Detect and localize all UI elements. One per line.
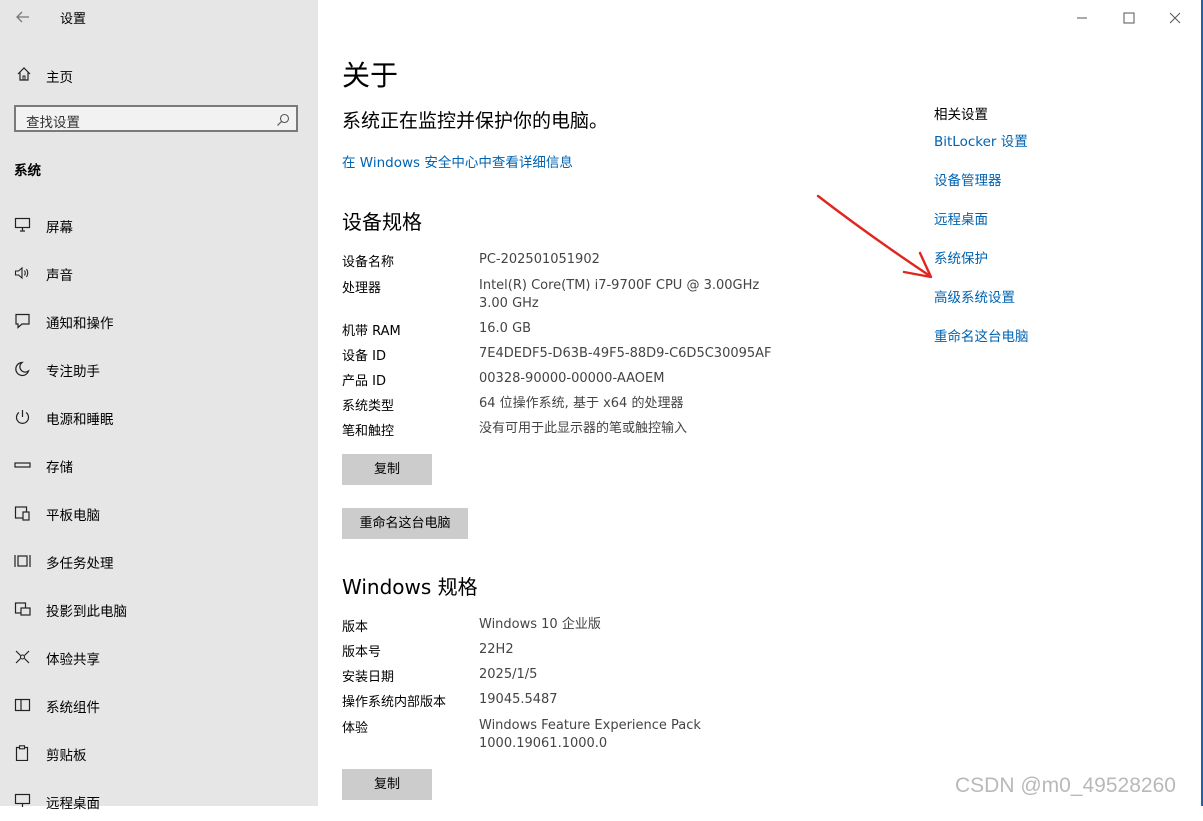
- sidebar-section-title: 系统: [14, 163, 41, 179]
- sidebar-item-sound[interactable]: 声音: [0, 253, 318, 293]
- sidebar-item-notifications[interactable]: 通知和操作: [0, 301, 318, 341]
- project-icon: [14, 601, 32, 617]
- window-title: 设置: [60, 12, 87, 27]
- sidebar-item-tablet[interactable]: 平板电脑: [0, 493, 318, 533]
- spec-label: 版本号: [342, 645, 382, 660]
- speaker-icon: [14, 265, 32, 281]
- spec-value: 16.0 GB: [479, 321, 532, 336]
- sidebar-home-label: 主页: [46, 70, 73, 86]
- sidebar-item-label: 专注助手: [46, 364, 100, 380]
- spec-value: 00328-90000-00000-AAOEM: [479, 371, 665, 386]
- search-placeholder: 查找设置: [26, 115, 80, 131]
- sidebar-item-label: 远程桌面: [46, 796, 100, 812]
- spec-label: 体验: [342, 721, 369, 736]
- spec-value: Windows Feature Experience Pack 1000.190…: [479, 718, 701, 751]
- annotation-arrow-icon: [816, 194, 933, 279]
- sidebar-item-label: 通知和操作: [46, 316, 114, 332]
- spec-value: 没有可用于此显示器的笔或触控输入: [479, 421, 688, 436]
- sidebar-item-clipboard[interactable]: 剪贴板: [0, 733, 318, 773]
- spec-value: 19045.5487: [479, 692, 558, 707]
- advanced-system-settings-link[interactable]: 高级系统设置: [934, 286, 1015, 306]
- moon-icon: [14, 361, 32, 377]
- search-icon: [276, 112, 290, 126]
- sidebar-item-project[interactable]: 投影到此电脑: [0, 589, 318, 629]
- sidebar-item-focus-assist[interactable]: 专注助手: [0, 349, 318, 389]
- system-protection-link[interactable]: 系统保护: [934, 247, 988, 267]
- spec-value: PC-202501051902: [479, 252, 600, 267]
- sidebar-item-label: 系统组件: [46, 700, 100, 716]
- sidebar-item-label: 屏幕: [46, 220, 73, 236]
- minimize-button[interactable]: [1072, 8, 1092, 28]
- sidebar-item-remote-desktop[interactable]: 远程桌面: [0, 781, 318, 821]
- sidebar-item-display[interactable]: 屏幕: [0, 205, 318, 245]
- clipboard-icon: [14, 745, 32, 762]
- share-icon: [14, 649, 32, 665]
- tablet-icon: [14, 505, 32, 521]
- page-title: 关于: [342, 59, 399, 92]
- rename-pc-link[interactable]: 重命名这台电脑: [934, 325, 1029, 345]
- spec-label: 安装日期: [342, 670, 395, 685]
- power-icon: [14, 409, 32, 425]
- sidebar-item-system-components[interactable]: 系统组件: [0, 685, 318, 725]
- search-input[interactable]: 查找设置: [14, 105, 298, 132]
- spec-label: 操作系统内部版本: [342, 695, 447, 710]
- sidebar-item-label: 投影到此电脑: [46, 604, 127, 620]
- remote-desktop-link[interactable]: 远程桌面: [934, 208, 988, 228]
- windows-specs-heading: Windows 规格: [342, 575, 478, 599]
- spec-value: 7E4DEDF5-D63B-49F5-88D9-C6D5C30095AF: [479, 346, 772, 361]
- sidebar-item-label: 声音: [46, 268, 73, 284]
- monitor-icon: [14, 217, 32, 233]
- sidebar-item-label: 电源和睡眠: [46, 412, 114, 428]
- spec-label: 机带 RAM: [342, 324, 401, 339]
- sidebar-item-label: 平板电脑: [46, 508, 100, 524]
- sidebar: 设置 主页 查找设置 系统 屏幕 声音 通知和操作 专注助手 电源和睡眠 存储: [0, 0, 318, 812]
- sidebar-item-multitasking[interactable]: 多任务处理: [0, 541, 318, 581]
- notification-icon: [14, 313, 32, 329]
- sidebar-item-label: 多任务处理: [46, 556, 114, 572]
- spec-value: 64 位操作系统, 基于 x64 的处理器: [479, 396, 684, 411]
- sidebar-item-label: 体验共享: [46, 652, 100, 668]
- sidebar-item-storage[interactable]: 存储: [0, 445, 318, 485]
- bitlocker-settings-link[interactable]: BitLocker 设置: [934, 130, 1028, 150]
- spec-value: 2025/1/5: [479, 667, 538, 682]
- maximize-button[interactable]: [1119, 8, 1139, 28]
- multitask-icon: [14, 553, 32, 569]
- spec-label: 设备 ID: [342, 349, 386, 364]
- spec-label: 版本: [342, 620, 369, 635]
- sidebar-item-label: 剪贴板: [46, 748, 87, 764]
- sidebar-item-label: 存储: [46, 460, 73, 476]
- remote-desktop-icon: [14, 793, 32, 809]
- spec-value: Intel(R) Core(TM) i7-9700F CPU @ 3.00GHz…: [479, 278, 760, 311]
- device-specs-heading: 设备规格: [342, 210, 422, 234]
- back-arrow-icon[interactable]: [10, 4, 36, 30]
- home-icon: [16, 66, 32, 82]
- copy-windows-specs-button[interactable]: 复制: [342, 769, 432, 800]
- security-center-link[interactable]: 在 Windows 安全中心中查看详细信息: [342, 151, 573, 171]
- spec-value: Windows 10 企业版: [479, 617, 601, 632]
- spec-label: 处理器: [342, 281, 382, 296]
- spec-value: 22H2: [479, 642, 514, 657]
- close-button[interactable]: [1165, 8, 1185, 28]
- watermark: CSDN @m0_49528260: [955, 774, 1176, 797]
- device-manager-link[interactable]: 设备管理器: [934, 169, 1002, 189]
- security-status-text: 系统正在监控并保护你的电脑。: [342, 110, 609, 132]
- related-settings-title: 相关设置: [934, 107, 988, 123]
- sidebar-home[interactable]: 主页: [0, 62, 318, 86]
- rename-pc-button[interactable]: 重命名这台电脑: [342, 508, 468, 539]
- copy-device-specs-button[interactable]: 复制: [342, 454, 432, 485]
- spec-label: 系统类型: [342, 399, 395, 414]
- components-icon: [14, 697, 32, 713]
- spec-label: 产品 ID: [342, 374, 386, 389]
- sidebar-item-shared-experience[interactable]: 体验共享: [0, 637, 318, 677]
- spec-label: 笔和触控: [342, 424, 395, 439]
- spec-label: 设备名称: [342, 255, 395, 270]
- sidebar-item-power[interactable]: 电源和睡眠: [0, 397, 318, 437]
- storage-icon: [14, 457, 32, 473]
